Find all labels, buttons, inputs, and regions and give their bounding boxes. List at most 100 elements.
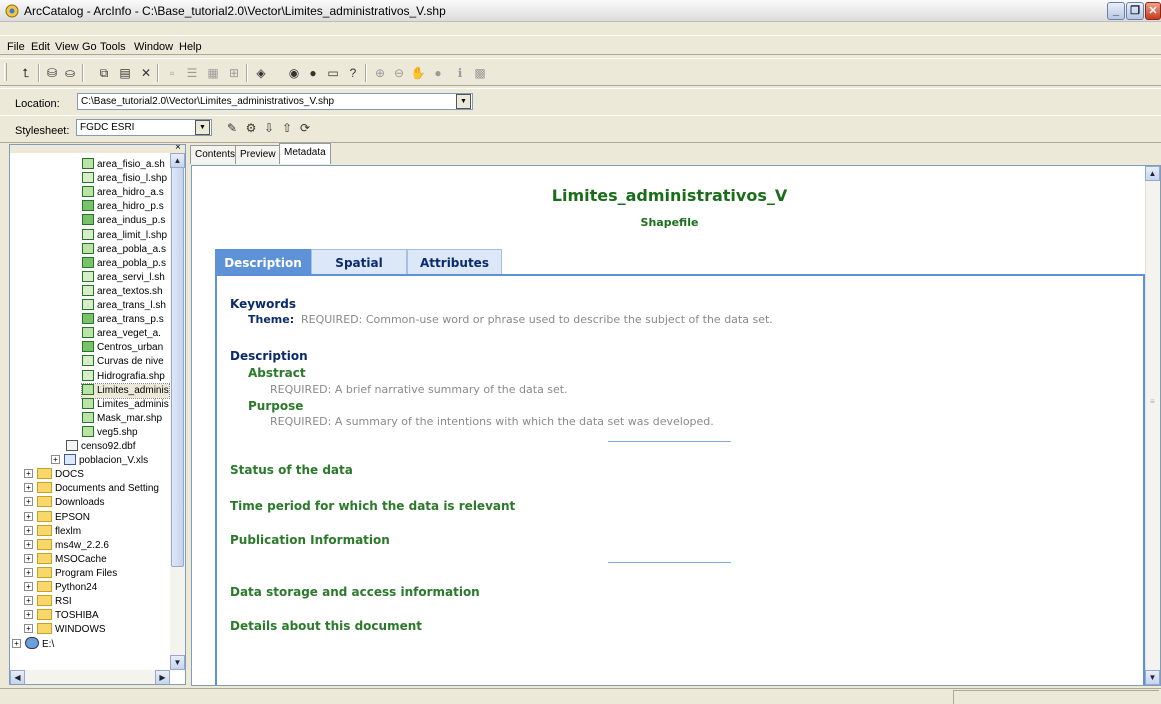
full-extent-icon[interactable]: ●	[430, 65, 446, 81]
tab-spatial[interactable]: Spatial	[311, 249, 407, 275]
tree-item-folder[interactable]: + TOSHIBA	[24, 609, 99, 623]
tree-item-shapefile[interactable]: veg5.shp	[82, 425, 138, 440]
identify-icon[interactable]: ℹ	[452, 65, 468, 81]
menu-tools[interactable]: Tools	[100, 41, 126, 53]
tree-item-shapefile[interactable]: area_hidro_a.s	[82, 186, 164, 200]
metadata-icon[interactable]: ◉	[286, 65, 302, 81]
import-metadata-icon[interactable]: ⇩	[261, 120, 277, 136]
arctoolbox-icon[interactable]: ●	[305, 65, 321, 81]
whats-this-icon[interactable]: ?	[345, 65, 361, 81]
metadata-scroll-up-icon[interactable]: ▲	[1145, 166, 1160, 181]
pan-icon[interactable]: ✋	[410, 65, 426, 81]
create-thumbnail-icon[interactable]: ▩	[472, 65, 488, 81]
expand-icon[interactable]: +	[24, 511, 33, 521]
disconnect-folder-icon[interactable]: ⛀	[62, 65, 78, 81]
tree-item-shapefile[interactable]: area_indus_p.s	[82, 214, 165, 228]
tree-item-shapefile[interactable]: Limites_adminis	[82, 397, 169, 412]
tree-item-shapefile[interactable]: area_textos.sh	[82, 284, 163, 299]
menu-help[interactable]: Help	[179, 41, 202, 53]
tree-item-folder[interactable]: + MSOCache	[24, 552, 107, 567]
tree-item-shapefile[interactable]: area_fisio_l.shp	[82, 172, 167, 186]
thumbnails-icon[interactable]: ⊞	[226, 65, 242, 81]
tab-preview[interactable]: Preview	[235, 145, 281, 164]
tree-item-shapefile[interactable]: area_trans_p.s	[82, 313, 164, 327]
data-storage-link[interactable]: Data storage and access information	[230, 585, 480, 599]
tree-item-folder[interactable]: + RSI	[24, 595, 72, 609]
location-dropdown-icon[interactable]: ▼	[456, 94, 471, 109]
tab-metadata[interactable]: Metadata	[279, 143, 331, 164]
tree-item-drive[interactable]: + E:\	[12, 637, 54, 651]
details-view-icon[interactable]: ▦	[205, 65, 221, 81]
paste-icon[interactable]: ▤	[117, 65, 133, 81]
minimize-button[interactable]: _	[1107, 2, 1125, 20]
menu-view[interactable]: View	[55, 41, 79, 53]
time-period-link[interactable]: Time period for which the data is releva…	[230, 499, 515, 513]
tree-scroll-down-icon[interactable]: ▼	[170, 655, 185, 670]
status-of-data-link[interactable]: Status of the data	[230, 463, 353, 477]
list-view-icon[interactable]: ☰	[184, 65, 200, 81]
tree-item-folder[interactable]: + ms4w_2.2.6	[24, 538, 109, 553]
expand-icon[interactable]: +	[24, 539, 33, 549]
tree-item-folder[interactable]: + Downloads	[24, 496, 104, 510]
up-one-level-icon[interactable]: ⮤	[18, 65, 34, 81]
expand-icon[interactable]: +	[24, 624, 33, 634]
tree-scroll-up-icon[interactable]: ▲	[170, 153, 185, 168]
zoom-in-icon[interactable]: ⊕	[372, 65, 388, 81]
zoom-out-icon[interactable]: ⊖	[391, 65, 407, 81]
tree-item-shapefile[interactable]: area_fisio_a.sh	[82, 158, 165, 172]
metadata-vertical-scrollbar[interactable]	[1145, 166, 1160, 685]
copy-icon[interactable]: ⧉	[96, 65, 112, 81]
export-metadata-icon[interactable]: ⇧	[279, 120, 295, 136]
large-icons-icon[interactable]: ▫	[164, 65, 180, 81]
launch-arcmap-icon[interactable]: ◈	[253, 65, 269, 81]
tree-item-shapefile[interactable]: Mask_mar.shp	[82, 411, 162, 426]
tree-item-shapefile[interactable]: Curvas de nive	[82, 355, 164, 369]
expand-icon[interactable]: +	[24, 610, 33, 620]
tree-item-shapefile[interactable]: Limites_adminis	[81, 382, 170, 399]
expand-icon[interactable]: +	[12, 639, 21, 649]
tree-item-folder[interactable]: + Python24	[24, 581, 97, 595]
toolbar-grip[interactable]	[4, 63, 7, 81]
expand-icon[interactable]: +	[51, 455, 60, 465]
expand-icon[interactable]: +	[24, 525, 33, 535]
expand-icon[interactable]: +	[24, 553, 33, 563]
stylesheet-dropdown-icon[interactable]: ▼	[195, 120, 210, 135]
expand-icon[interactable]: +	[24, 497, 33, 507]
tree-item-folder[interactable]: + flexlm	[24, 524, 81, 539]
tree-scroll-right-icon[interactable]: ▶	[155, 670, 170, 684]
tree-item-shapefile[interactable]: area_veget_a.	[82, 327, 161, 341]
tree-item-shapefile[interactable]: area_pobla_p.s	[82, 256, 166, 271]
tree-item-shapefile[interactable]: Hidrografia.shp	[82, 369, 165, 384]
stylesheet-select[interactable]: FGDC ESRI	[76, 119, 212, 136]
edit-metadata-icon[interactable]: ✎	[224, 120, 240, 136]
tree-item-shapefile[interactable]: area_hidro_p.s	[82, 200, 164, 214]
tree-item-folder[interactable]: + WINDOWS	[24, 623, 106, 637]
tree-item-shapefile[interactable]: Centros_urban	[82, 341, 163, 355]
tree-item-shapefile[interactable]: area_servi_l.sh	[82, 270, 165, 285]
maximize-button[interactable]: ❐	[1126, 2, 1144, 20]
tree-item-spreadsheet[interactable]: + poblacion_V.xls	[51, 454, 148, 468]
tree-item-shapefile[interactable]: area_limit_l.shp	[82, 228, 167, 243]
delete-icon[interactable]: ✕	[138, 65, 154, 81]
document-details-link[interactable]: Details about this document	[230, 619, 422, 633]
location-field[interactable]: C:\Base_tutorial2.0\Vector\Limites_admin…	[77, 93, 473, 110]
update-metadata-icon[interactable]: ⟳	[297, 120, 313, 136]
tab-attributes[interactable]: Attributes	[407, 249, 502, 275]
connect-folder-icon[interactable]: ⛁	[44, 65, 60, 81]
expand-icon[interactable]: +	[24, 582, 33, 591]
close-button[interactable]: ✕	[1145, 2, 1161, 20]
tree-item-table[interactable]: censo92.dbf	[66, 440, 136, 454]
expand-icon[interactable]: +	[24, 469, 33, 479]
expand-icon[interactable]: +	[24, 596, 33, 606]
command-line-icon[interactable]: ▭	[325, 65, 341, 81]
tree-item-folder[interactable]: + EPSON	[24, 510, 90, 525]
expand-icon[interactable]: +	[24, 483, 33, 493]
publication-info-link[interactable]: Publication Information	[230, 533, 390, 547]
tree-scroll-left-icon[interactable]: ◀	[10, 670, 25, 684]
tab-description[interactable]: Description	[215, 249, 311, 275]
tree-scroll-thumb[interactable]	[171, 167, 184, 567]
menu-file[interactable]: File	[7, 41, 25, 53]
tree-horizontal-scrollbar[interactable]	[10, 670, 170, 684]
metadata-scroll-down-icon[interactable]: ▼	[1145, 670, 1160, 685]
expand-icon[interactable]: +	[24, 567, 33, 577]
